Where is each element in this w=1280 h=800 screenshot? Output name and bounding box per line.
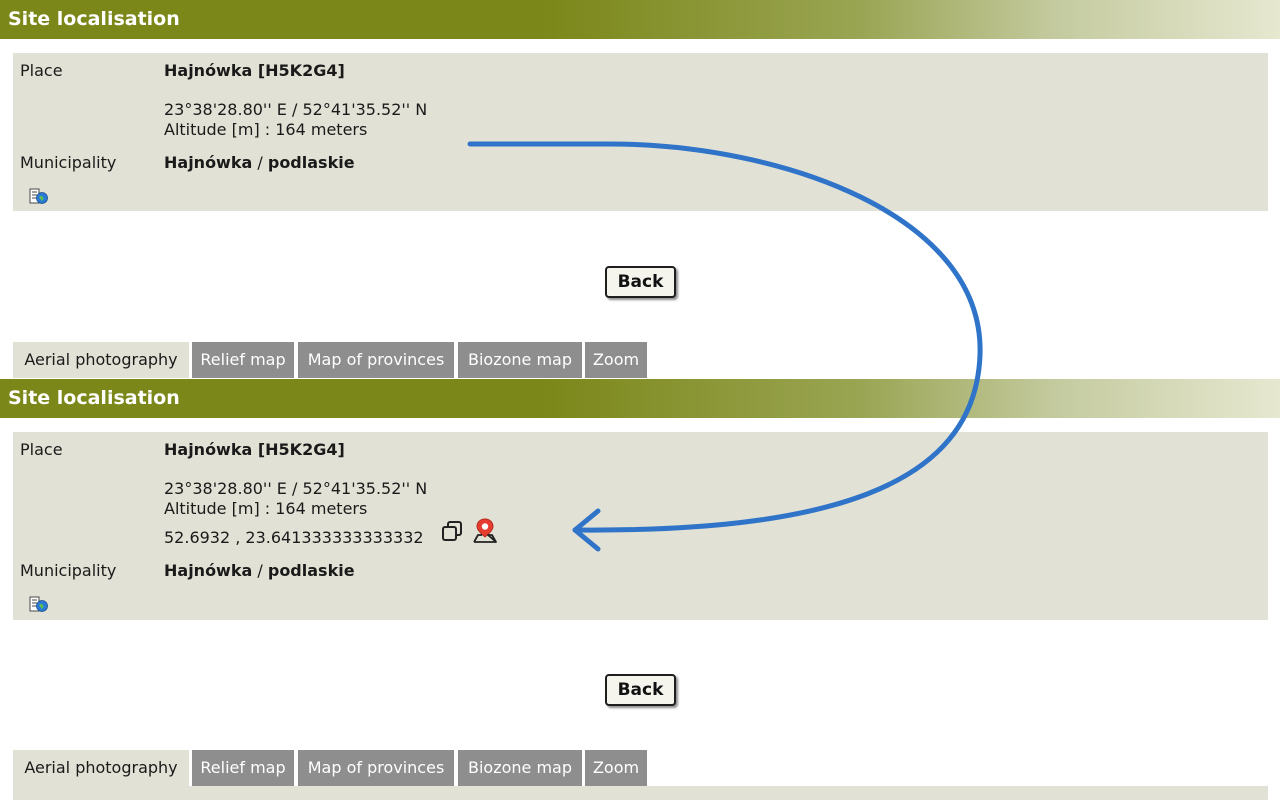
tab-relief-map[interactable]: Relief map [192, 750, 294, 786]
municipality-label: Municipality [20, 561, 117, 580]
map-export-icon[interactable] [29, 596, 49, 618]
tab-map-of-provinces[interactable]: Map of provinces [298, 342, 454, 378]
map-export-icon[interactable] [29, 188, 49, 210]
municipality-name: Hajnówka [164, 561, 253, 580]
tab-zoom[interactable]: Zoom [585, 342, 647, 378]
tab-biozone-map[interactable]: Biozone map [458, 750, 582, 786]
map-pin-icon[interactable] [471, 516, 499, 548]
municipality-label: Municipality [20, 153, 117, 172]
province-name: podlaskie [267, 153, 355, 172]
municipality-name: Hajnówka [164, 153, 253, 172]
section-header: Site localisation [0, 0, 1280, 39]
tab-aerial-photography[interactable]: Aerial photography [13, 342, 189, 378]
section-header: Site localisation [0, 379, 1280, 418]
place-label: Place [20, 61, 63, 80]
municipality-value: Hajnówka / podlaskie [164, 561, 355, 580]
site-localisation-panel-after: Site localisation Place Hajnówka [H5K2G4… [0, 379, 1280, 800]
site-info-box: Place Hajnówka [H5K2G4] 23°38'28.80'' E … [13, 53, 1268, 211]
tab-zoom[interactable]: Zoom [585, 750, 647, 786]
province-name: podlaskie [267, 561, 355, 580]
copy-icon[interactable] [441, 520, 465, 546]
tab-biozone-map[interactable]: Biozone map [458, 342, 582, 378]
place-name: Hajnówka [H5K2G4] [164, 440, 345, 459]
site-localisation-panel-before: Site localisation Place Hajnówka [H5K2G4… [0, 0, 1280, 378]
site-info-box: Place Hajnówka [H5K2G4] 23°38'28.80'' E … [13, 432, 1268, 620]
municipality-separator: / [257, 561, 263, 580]
altitude-text: Altitude [m] : 164 meters [164, 499, 368, 518]
back-button[interactable]: Back [605, 674, 676, 706]
place-label: Place [20, 440, 63, 459]
tab-aerial-photography[interactable]: Aerial photography [13, 750, 189, 786]
coordinates-dms: 23°38'28.80'' E / 52°41'35.52'' N [164, 100, 428, 119]
altitude-text: Altitude [m] : 164 meters [164, 120, 368, 139]
tab-map-of-provinces[interactable]: Map of provinces [298, 750, 454, 786]
tab-content-area [13, 786, 1268, 800]
coordinates-dms: 23°38'28.80'' E / 52°41'35.52'' N [164, 479, 428, 498]
place-name: Hajnówka [H5K2G4] [164, 61, 345, 80]
tab-relief-map[interactable]: Relief map [192, 342, 294, 378]
back-button[interactable]: Back [605, 266, 676, 298]
municipality-separator: / [257, 153, 263, 172]
decimal-coordinates: 52.6932 , 23.641333333333332 [164, 528, 424, 547]
municipality-value: Hajnówka / podlaskie [164, 153, 355, 172]
